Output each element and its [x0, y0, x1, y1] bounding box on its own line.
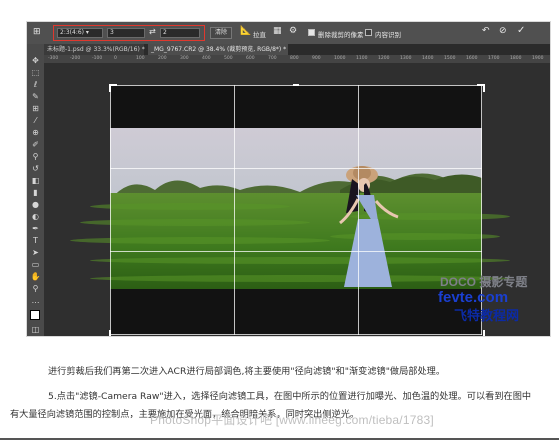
crop-handle-bottom[interactable]	[293, 330, 299, 336]
ruler-tick-label: 1800	[510, 56, 522, 61]
eyedropper-tool-icon[interactable]: ⁄	[30, 116, 41, 125]
path-select-tool-icon[interactable]: ➤	[30, 248, 41, 257]
reset-icon[interactable]: ↶	[482, 26, 490, 36]
crop-handle-top[interactable]	[293, 84, 299, 92]
clear-button[interactable]: 清除	[210, 27, 232, 39]
ruler-tick-label: 800	[290, 56, 299, 61]
ruler-tick-label: 300	[180, 56, 189, 61]
pen-tool-icon[interactable]: ✒	[30, 224, 41, 233]
history-brush-tool-icon[interactable]: ↺	[30, 164, 41, 173]
content-aware-label: 内容识别	[375, 31, 401, 39]
ruler-tick-label: 1900	[532, 56, 544, 61]
ruler-tick-label: 1100	[356, 56, 368, 61]
healing-tool-icon[interactable]: ⊕	[30, 128, 41, 137]
ruler-tick-label: 1000	[334, 56, 346, 61]
tools-panel: ✥ ⬚ ℓ ✎ ⊞ ⁄ ⊕ ✐ ⚲ ↺ ◧ ▮ ● ◐ ✒ T ➤ ▭ ✋ ⚲ …	[27, 44, 44, 336]
ratio-width-field[interactable]: 3	[107, 28, 145, 38]
bottom-rule	[0, 438, 559, 440]
blur-tool-icon[interactable]: ●	[30, 200, 41, 209]
delete-pixels-checkbox[interactable]	[308, 29, 315, 36]
delete-pixels-label: 删除裁剪的像素	[318, 31, 364, 39]
brush-tool-icon[interactable]: ✐	[30, 140, 41, 149]
ruler-tick-label: 400	[202, 56, 211, 61]
foreground-color-swatch[interactable]	[30, 310, 40, 320]
tab-untitled[interactable]: 未标题-1.psd @ 33.3%(RGB/16) *	[44, 44, 145, 55]
doco-watermark: DOCO 摄影专题	[440, 275, 528, 289]
options-bar: ⊞ 2:3(4:6) ▾ 3 ⇄ 2 清除 📐 拉直 ▦ ⚙ 删除裁剪的像素 内…	[27, 22, 550, 44]
grid-overlay-icon[interactable]: ▦	[273, 26, 282, 36]
ruler-tick-label: 1300	[400, 56, 412, 61]
commit-icon[interactable]: ✓	[517, 25, 525, 36]
ratio-preset-select[interactable]: 2:3(4:6) ▾	[57, 28, 103, 38]
gear-icon[interactable]: ⚙	[289, 26, 297, 36]
quick-select-tool-icon[interactable]: ✎	[30, 92, 41, 101]
straighten-icon[interactable]: 📐	[240, 26, 251, 36]
zoom-tool-icon[interactable]: ⚲	[30, 284, 41, 293]
crop-handle-tl[interactable]	[109, 84, 117, 92]
clone-stamp-tool-icon[interactable]: ⚲	[30, 152, 41, 161]
type-tool-icon[interactable]: T	[30, 236, 41, 245]
shape-tool-icon[interactable]: ▭	[30, 260, 41, 269]
ruler-tick-label: -300	[48, 56, 59, 61]
footer-watermark: PhotoShop平面设计吧 [www.lineeg.com/tieba/178…	[150, 413, 434, 427]
document-tab-bar: 未标题-1.psd @ 33.3%(RGB/16) * _MG_9767.CR2…	[44, 44, 550, 55]
ruler-tick-label: 0	[114, 56, 117, 61]
quick-mask-icon[interactable]: ◫	[30, 325, 41, 334]
ratio-height-field[interactable]: 2	[160, 28, 200, 38]
ruler-tick-label: 700	[268, 56, 277, 61]
ruler-tick-label: 600	[246, 56, 255, 61]
crop-tool-icon[interactable]: ⊞	[30, 104, 41, 113]
ruler-tick-label: 1200	[378, 56, 390, 61]
eraser-tool-icon[interactable]: ◧	[30, 176, 41, 185]
ruler-tick-label: 1400	[422, 56, 434, 61]
article-paragraph-1: 进行剪裁后我们再第二次进入ACR进行局部调色,将主要使用"径向滤镜"和"渐变滤镜…	[48, 366, 446, 377]
ruler-tick-label: 200	[158, 56, 167, 61]
content-aware-checkbox[interactable]	[365, 29, 372, 36]
ruler-tick-label: 1600	[466, 56, 478, 61]
swap-icon[interactable]: ⇄	[149, 27, 156, 36]
ruler-tick-label: 100	[136, 56, 145, 61]
fevte-cn-watermark: 飞特教程网	[454, 308, 520, 323]
ruler-tick-label: 1500	[444, 56, 456, 61]
ruler-tick-label: -100	[92, 56, 103, 61]
cancel-icon[interactable]: ⊘	[499, 26, 507, 36]
marquee-tool-icon[interactable]: ⬚	[30, 68, 41, 77]
dodge-tool-icon[interactable]: ◐	[30, 212, 41, 221]
more-tools-icon[interactable]: ⋯	[30, 298, 41, 307]
article-paragraph-2: 5.点击"滤镜-Camera Raw"进入，选择径向滤镜工具，在图中所示的位置进…	[48, 391, 532, 402]
ruler-tick-label: 500	[224, 56, 233, 61]
ratio-preset-label: 2:3(4:6)	[60, 29, 84, 36]
tab-mg-9767[interactable]: _MG_9767.CR2 @ 38.4% (裁剪预览, RGB/8*) *	[148, 44, 288, 55]
move-tool-icon[interactable]: ✥	[30, 56, 41, 65]
hand-tool-icon[interactable]: ✋	[30, 272, 41, 281]
ruler-tick-label: -200	[70, 56, 81, 61]
ruler-tick-label: 900	[312, 56, 321, 61]
ruler-tick-label: 1700	[488, 56, 500, 61]
straighten-label: 拉直	[253, 31, 266, 39]
gradient-tool-icon[interactable]: ▮	[30, 188, 41, 197]
crop-tool-icon[interactable]: ⊞	[33, 27, 41, 37]
horizontal-ruler: -300 -200 -100 0 100 200 300 400 500 600 700 800 900…	[44, 55, 550, 63]
crop-handle-bl[interactable]	[109, 330, 117, 336]
crop-handle-tr[interactable]	[477, 84, 485, 92]
crop-grid-overlay	[109, 84, 485, 336]
crop-handle-br[interactable]	[477, 330, 485, 336]
photo-crop-preview[interactable]	[70, 84, 510, 336]
lasso-tool-icon[interactable]: ℓ	[30, 80, 41, 89]
fevte-watermark: fevte.com	[438, 289, 509, 306]
